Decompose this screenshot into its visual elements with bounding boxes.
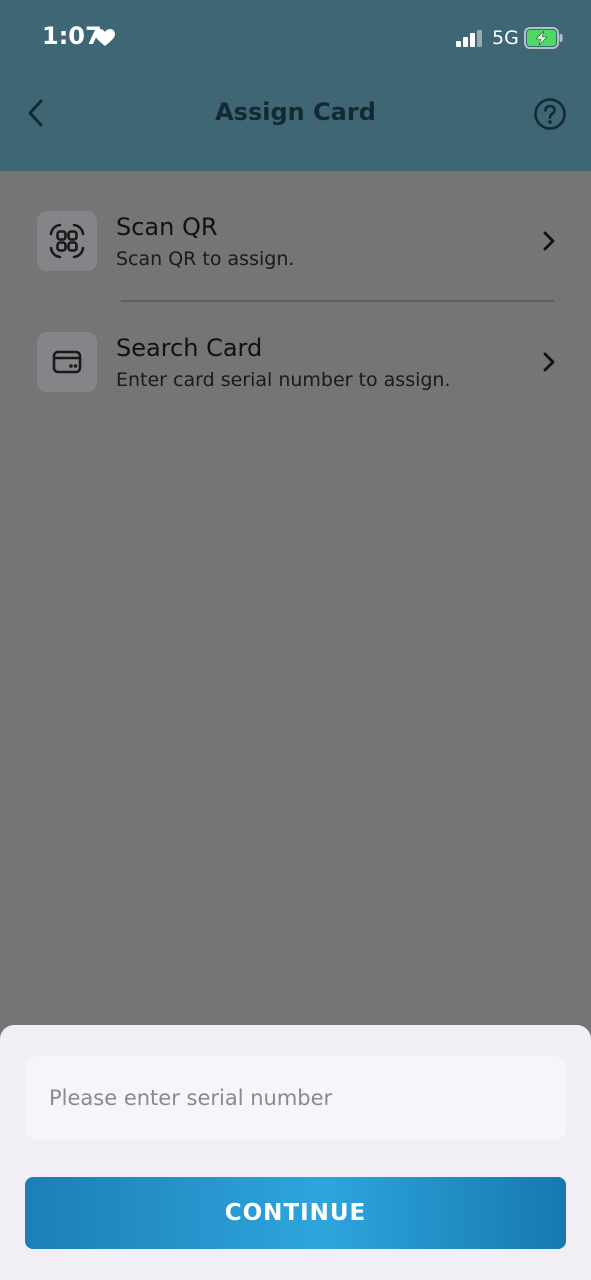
chevron-right-icon — [543, 231, 555, 251]
qr-scan-icon — [49, 223, 85, 259]
serial-number-sheet: CONTINUE — [0, 1025, 591, 1280]
scan-qr-icon-box — [37, 211, 97, 271]
search-card-description: Enter card serial number to assign. — [116, 369, 451, 391]
scan-qr-description: Scan QR to assign. — [116, 248, 295, 270]
serial-number-input[interactable] — [25, 1056, 566, 1140]
scan-qr-option[interactable]: Scan QR Scan QR to assign. — [0, 211, 591, 301]
chevron-right-icon — [543, 352, 555, 372]
signal-icon — [456, 30, 482, 47]
heart-icon — [95, 29, 115, 46]
page-title: Assign Card — [215, 98, 376, 126]
search-card-option[interactable]: Search Card Enter card serial number to … — [0, 332, 591, 422]
scan-qr-label: Scan QR — [116, 213, 218, 241]
option-divider — [121, 300, 554, 302]
card-icon — [52, 350, 82, 374]
continue-button[interactable]: CONTINUE — [25, 1177, 566, 1249]
header-bar: 1:07 5G Assign Card — [0, 0, 591, 171]
search-card-label: Search Card — [116, 334, 263, 362]
network-type: 5G — [492, 27, 519, 49]
battery-charging-icon — [524, 27, 563, 49]
help-icon[interactable] — [533, 97, 567, 131]
search-card-icon-box — [37, 332, 97, 392]
status-time: 1:07 — [42, 22, 102, 50]
